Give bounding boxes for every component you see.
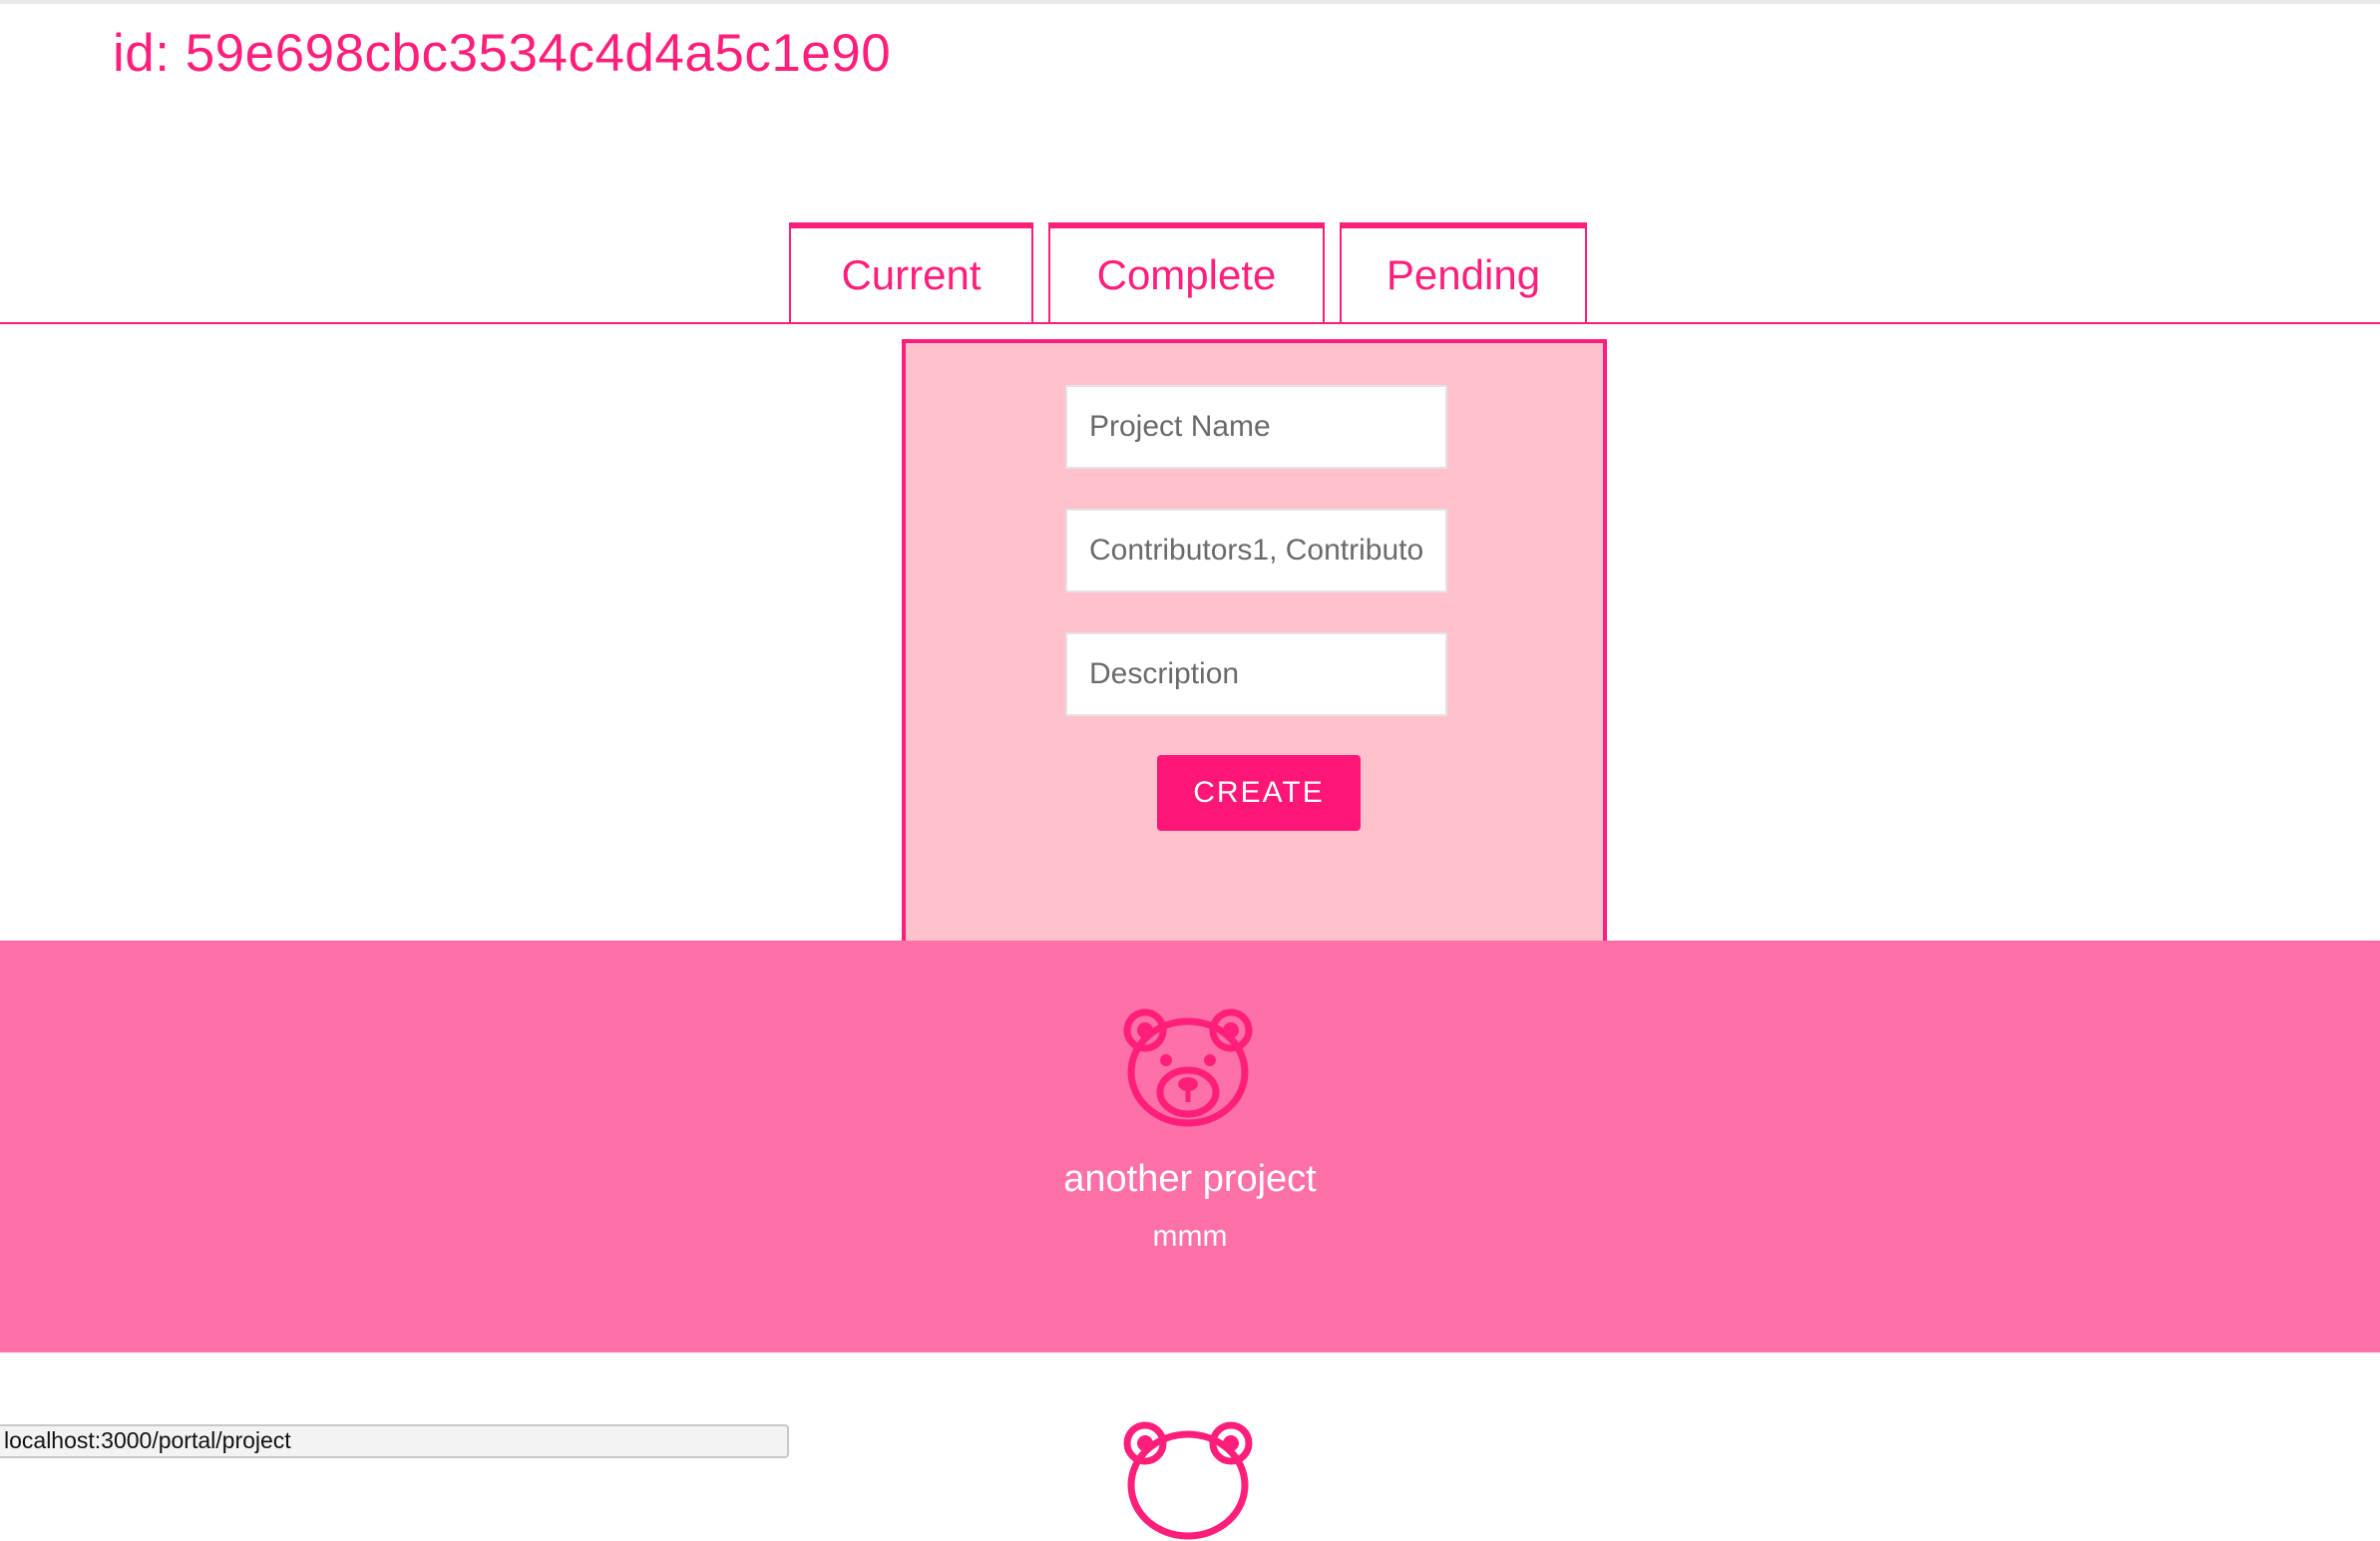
project-card[interactable]: another project mmm bbox=[0, 941, 2380, 1352]
browser-status-url: localhost:3000/portal/project bbox=[0, 1424, 789, 1458]
project-title: another project bbox=[1063, 1158, 1317, 1200]
user-id-heading: id: 59e698cbc3534c4d4a5c1e90 bbox=[113, 24, 892, 83]
create-button[interactable]: CREATE bbox=[1157, 755, 1361, 831]
teddy-bear-icon bbox=[1123, 1008, 1253, 1127]
contributors-input[interactable] bbox=[1065, 509, 1447, 592]
tab-pending[interactable]: Pending bbox=[1340, 222, 1587, 322]
create-project-form: CREATE bbox=[902, 339, 1607, 946]
tab-current[interactable]: Current bbox=[789, 222, 1033, 322]
teddy-bear-icon bbox=[1123, 1421, 1253, 1540]
tab-complete[interactable]: Complete bbox=[1048, 222, 1325, 322]
browser-top-border bbox=[0, 0, 2380, 4]
tabs-underline bbox=[0, 322, 2380, 324]
project-description: mmm bbox=[1152, 1220, 1228, 1253]
description-input[interactable] bbox=[1065, 632, 1447, 716]
project-name-input[interactable] bbox=[1065, 385, 1447, 469]
